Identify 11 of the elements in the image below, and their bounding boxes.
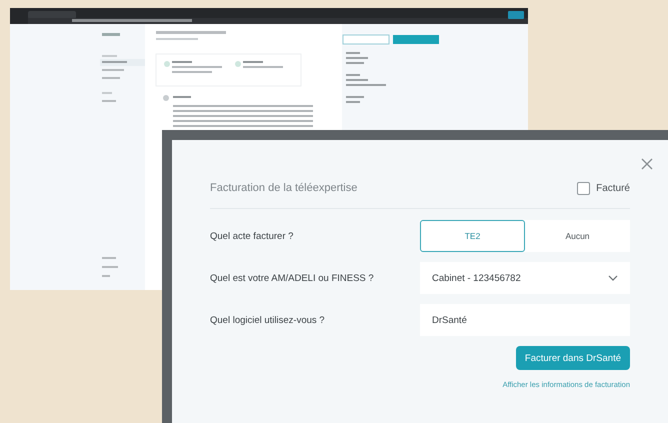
- close-icon[interactable]: [641, 158, 653, 170]
- select-field[interactable]: Cabinet - 123456782: [420, 262, 630, 294]
- option-button[interactable]: TE2: [420, 220, 525, 252]
- question-label: Quel acte facturer ?: [210, 230, 294, 242]
- input-field[interactable]: DrSanté: [420, 304, 630, 336]
- chevron-down-icon: [608, 275, 618, 281]
- billed-checkbox[interactable]: [577, 182, 590, 194]
- checkbox-label: Facturé: [596, 182, 630, 194]
- question-label: Quel logiciel utilisez-vous ?: [210, 314, 325, 326]
- dialog-title: Facturation de la téléexpertise: [210, 182, 358, 194]
- question-label: Quel est votre AM/ADELI ou FINESS ?: [210, 272, 374, 284]
